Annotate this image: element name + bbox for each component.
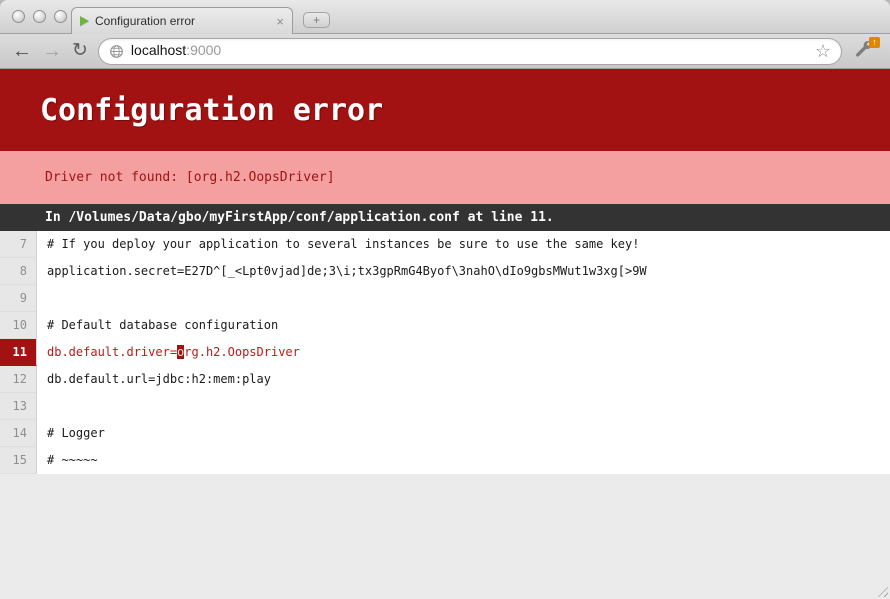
source-line: 15 # ~~~~~ <box>0 447 890 474</box>
globe-icon <box>109 44 124 59</box>
tab-close-icon[interactable]: × <box>276 15 284 28</box>
line-number: 13 <box>0 393 37 420</box>
code-text: db.default.driver=org.h2.OopsDriver <box>37 339 300 366</box>
omnibox-value: localhost:9000 <box>131 42 221 60</box>
bookmark-star-icon[interactable]: ☆ <box>815 42 831 60</box>
line-number: 11 <box>0 339 37 366</box>
line-number: 15 <box>0 447 37 474</box>
code-text: # Logger <box>37 420 105 447</box>
line-number: 10 <box>0 312 37 339</box>
browser-window: Configuration error × + ← → ↻ localhost:… <box>0 0 890 599</box>
browser-tab[interactable]: Configuration error × <box>71 7 293 34</box>
code-text: # Default database configuration <box>37 312 278 339</box>
code-post: rg.h2.OopsDriver <box>184 345 300 359</box>
source-code-listing: 7 # If you deploy your application to se… <box>0 231 890 474</box>
source-line: 10 # Default database configuration <box>0 312 890 339</box>
page-background <box>0 474 890 598</box>
source-line: 9 <box>0 285 890 312</box>
code-text <box>37 285 47 312</box>
code-text <box>37 393 47 420</box>
window-controls <box>12 10 67 23</box>
line-number: 14 <box>0 420 37 447</box>
error-message: Driver not found: [org.h2.OopsDriver] <box>45 170 335 185</box>
code-text: application.secret=E27D^[_<Lpt0vjad]de;3… <box>37 258 647 285</box>
source-line: 13 <box>0 393 890 420</box>
back-icon[interactable]: ← <box>12 41 32 61</box>
url-host: localhost <box>131 42 186 58</box>
line-number: 9 <box>0 285 37 312</box>
code-text: # ~~~~~ <box>37 447 98 474</box>
tab-title: Configuration error <box>95 14 270 28</box>
play-favicon-icon <box>80 16 89 26</box>
wrench-menu-button[interactable]: ↑ <box>852 39 878 63</box>
line-number: 7 <box>0 231 37 258</box>
url-port: :9000 <box>186 42 221 58</box>
window-zoom-button[interactable] <box>54 10 67 23</box>
line-number: 8 <box>0 258 37 285</box>
source-line: 14 # Logger <box>0 420 890 447</box>
error-header: Configuration error <box>0 69 890 151</box>
line-number: 12 <box>0 366 37 393</box>
forward-icon[interactable]: → <box>42 41 62 61</box>
source-line: 7 # If you deploy your application to se… <box>0 231 890 258</box>
source-line-error: 11 db.default.driver=org.h2.OopsDriver <box>0 339 890 366</box>
tab-strip: Configuration error × + <box>0 0 890 34</box>
code-text: db.default.url=jdbc:h2:mem:play <box>37 366 271 393</box>
code-pre: db.default.driver= <box>47 345 177 359</box>
omnibox[interactable]: localhost:9000 ☆ <box>98 38 842 65</box>
window-close-button[interactable] <box>12 10 25 23</box>
code-text: # If you deploy your application to seve… <box>37 231 639 258</box>
window-minimize-button[interactable] <box>33 10 46 23</box>
update-badge-icon: ↑ <box>869 37 880 48</box>
browser-toolbar: ← → ↻ localhost:9000 ☆ ↑ <box>0 34 890 69</box>
reload-icon[interactable]: ↻ <box>72 41 88 61</box>
source-line: 12 db.default.url=jdbc:h2:mem:play <box>0 366 890 393</box>
source-line: 8 application.secret=E27D^[_<Lpt0vjad]de… <box>0 258 890 285</box>
error-location: In /Volumes/Data/gbo/myFirstApp/conf/app… <box>45 210 554 225</box>
page-title: Configuration error <box>40 93 383 128</box>
error-location-bar: In /Volumes/Data/gbo/myFirstApp/conf/app… <box>0 204 890 231</box>
new-tab-button[interactable]: + <box>303 12 330 28</box>
error-message-band: Driver not found: [org.h2.OopsDriver] <box>0 151 890 204</box>
